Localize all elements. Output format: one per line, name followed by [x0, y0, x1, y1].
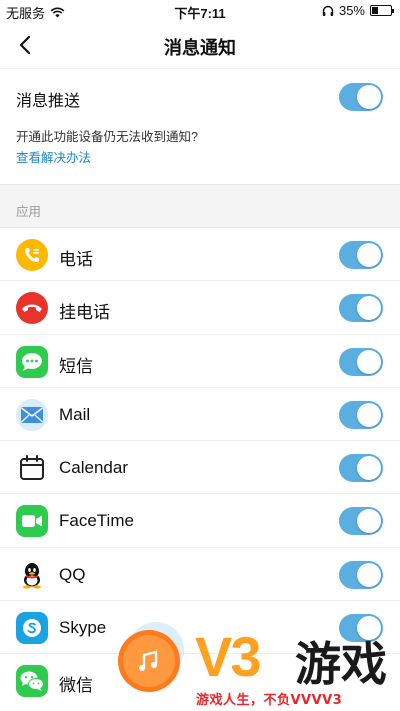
status-right: 35% — [322, 3, 394, 18]
nav-bar: 消息通知 — [0, 22, 400, 68]
app-row-facetime: FaceTime — [0, 494, 400, 548]
headphones-icon — [322, 5, 334, 16]
qq-icon — [16, 558, 48, 591]
app-name: FaceTime — [59, 511, 134, 531]
toggle-knob — [357, 562, 381, 587]
app-row-calendar: Calendar — [0, 441, 400, 495]
push-label: 消息推送 — [16, 93, 81, 110]
toggle-knob — [357, 85, 381, 109]
app-name: Skype — [59, 618, 107, 638]
app-name: Calendar — [59, 458, 128, 478]
toggle-knob — [357, 509, 381, 534]
watermark-name: 游戏 — [295, 637, 387, 691]
skype-icon — [16, 612, 48, 645]
toggle-knob — [357, 296, 381, 321]
section-header: 应用 — [0, 184, 400, 228]
wechat-icon — [16, 665, 48, 698]
app-toggle-mail[interactable] — [339, 400, 383, 429]
app-toggle-hangup[interactable] — [339, 294, 383, 323]
push-toggle[interactable] — [339, 83, 383, 111]
watermark-logo-icon — [118, 630, 180, 692]
app-toggle-facetime[interactable] — [339, 507, 383, 536]
message-icon — [16, 345, 48, 378]
status-bar: 无服务 下午7:11 35% — [0, 0, 400, 22]
facetime-icon — [16, 505, 48, 538]
calendar-icon — [16, 452, 48, 485]
watermark-brand: V3 — [195, 625, 261, 688]
app-toggle-sms[interactable] — [339, 347, 383, 376]
app-row-mail: Mail — [0, 388, 400, 442]
app-row-sms: 短信 — [0, 335, 400, 388]
app-name: 电话 — [59, 250, 93, 269]
app-row-qq: QQ — [0, 548, 400, 602]
app-toggle-phone[interactable] — [339, 241, 383, 269]
push-settings: 消息推送 开通此功能设备仍无法收到通知? 查看解决办法 — [0, 68, 400, 184]
toggle-knob — [357, 349, 381, 374]
app-row-hangup: 挂电话 — [0, 281, 400, 335]
push-hint: 开通此功能设备仍无法收到通知? — [16, 130, 198, 144]
toggle-knob — [357, 402, 381, 427]
watermark: V3 游戏 游戏人生，不负VVVV3 — [110, 620, 400, 711]
watermark-slogan: 游戏人生，不负VVVV3 — [196, 693, 343, 708]
app-row-phone: 电话 — [0, 228, 400, 282]
solution-link[interactable]: 查看解决办法 — [16, 147, 91, 166]
battery-percent: 35% — [338, 3, 365, 18]
toggle-knob — [357, 243, 381, 267]
hang-up-icon — [16, 292, 48, 325]
app-name: Mail — [59, 404, 91, 424]
toggle-knob — [357, 456, 381, 481]
battery-icon — [370, 5, 394, 16]
section-label: 应用 — [16, 205, 42, 219]
page-title: 消息通知 — [164, 38, 236, 58]
phone-call-icon — [16, 239, 48, 271]
app-name: 短信 — [59, 356, 93, 376]
app-toggle-qq[interactable] — [339, 560, 383, 589]
app-toggle-calendar[interactable] — [339, 454, 383, 483]
app-name: 挂电话 — [59, 303, 110, 323]
app-name: 微信 — [59, 676, 93, 696]
app-name: QQ — [59, 564, 86, 584]
mail-icon — [16, 398, 48, 431]
